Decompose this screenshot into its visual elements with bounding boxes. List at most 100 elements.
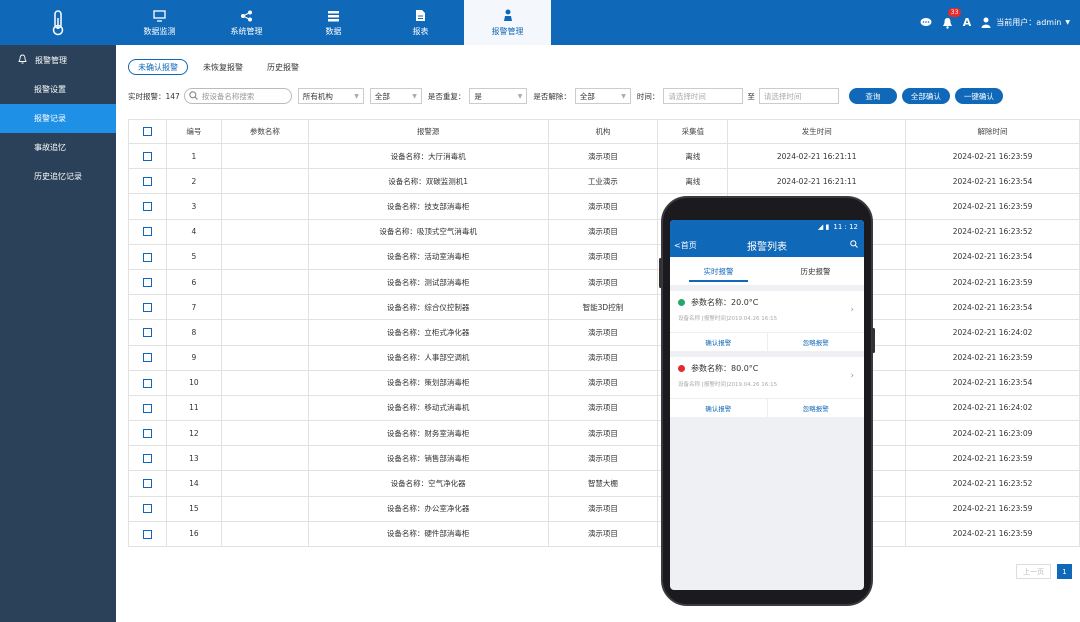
query-button[interactable]: 查询 — [848, 88, 897, 104]
row-checkbox[interactable] — [128, 142, 167, 170]
row-checkbox[interactable] — [128, 520, 167, 548]
table-cell: 演示项目 — [547, 319, 659, 346]
table-cell: 智慧大棚 — [547, 470, 659, 497]
phone-tab-realtime[interactable]: 实时报警 — [670, 257, 767, 285]
tab-unconfirmed[interactable]: 未确认报警 — [128, 59, 188, 75]
table-cell: 10 — [165, 369, 222, 396]
table-cell: 2024-02-21 16:23:09 — [905, 420, 1080, 447]
table-row[interactable]: 9 设备名称：人事部空调机 演示项目 2024-02-21 16:23:59 — [128, 344, 1080, 371]
current-user-label[interactable]: 当前用户：admin — [996, 17, 1061, 28]
table-cell — [220, 268, 309, 296]
row-checkbox[interactable] — [128, 268, 167, 296]
search-input[interactable]: 按设备名称搜索 — [183, 88, 292, 104]
phone-tab-history[interactable]: 历史报警 — [767, 257, 864, 285]
row-checkbox[interactable] — [128, 445, 167, 472]
nav-tab-data-monitor[interactable]: 数据监测 — [116, 0, 203, 45]
table-row[interactable]: 4 设备名称：吸顶式空气消毒机 演示项目 2024-02-21 16:23:52 — [128, 218, 1080, 245]
repeat-select[interactable]: 是 ▼ — [469, 88, 528, 104]
table-row[interactable]: 11 设备名称：移动式消毒机 演示项目 2024-02-21 16:24:02 — [128, 394, 1080, 422]
table-row[interactable]: 6 设备名称：测试部消毒柜 演示项目 2024-02-21 16:23:59 — [128, 268, 1080, 296]
sidebar-item-accident-recall[interactable]: 事故追忆 — [0, 133, 116, 162]
table-cell: 设备名称：立柜式净化器 — [307, 319, 549, 346]
type-select[interactable]: 全部 ▼ — [369, 88, 422, 104]
chevron-down-icon: ▼ — [354, 92, 359, 100]
row-checkbox[interactable] — [128, 369, 167, 396]
alarm-card-body[interactable]: 参数名称：20.0°C 设备名称 [报警时间]2019.04.26 16:15 › — [670, 291, 864, 332]
search-icon[interactable] — [850, 240, 858, 250]
table-cell: 9 — [165, 344, 222, 371]
table-cell: 6 — [165, 268, 222, 296]
sidebar-header-label: 报警管理 — [35, 55, 67, 65]
chat-icon[interactable] — [920, 17, 932, 28]
alarm-card[interactable]: 参数名称：80.0°C 设备名称 [报警时间]2019.04.26 16:15 › 确… — [670, 357, 864, 417]
confirm-all-button[interactable]: 全部确认 — [901, 88, 950, 104]
confirm-alarm-button[interactable]: 确认报警 — [670, 333, 768, 351]
tab-history[interactable]: 历史报警 — [258, 59, 308, 75]
phone-status-bar: ◢ ▮ 11 : 12 — [670, 220, 864, 233]
chevron-down-icon: ▼ — [517, 92, 523, 100]
table-cell: 2024-02-21 16:23:52 — [905, 470, 1080, 497]
ignore-alarm-button[interactable]: 忽略报警 — [768, 399, 865, 417]
table-row[interactable]: 1 设备名称：大厅消毒机 演示项目 离线 2024-02-21 16:21:11 2024… — [128, 142, 1080, 170]
table-row[interactable]: 3设备名称：技支部消毒柜演示项目离线2024-02-21 16:21:11202… — [128, 193, 1080, 220]
prev-page-button[interactable]: 上一页 — [1016, 564, 1051, 579]
sidebar-header[interactable]: 报警管理 — [0, 45, 116, 75]
row-checkbox[interactable] — [128, 294, 167, 321]
row-checkbox[interactable] — [128, 218, 167, 245]
table-row[interactable]: 5 设备名称：活动室消毒柜 演示项目 2024-02-21 16:23:54 — [128, 243, 1080, 270]
alarm-tabs: 未确认报警 未恢复报警 历史报警 — [128, 59, 314, 75]
table-cell: 设备名称：综合仪控制器 — [307, 294, 549, 321]
search-placeholder: 按设备名称搜索 — [201, 91, 255, 101]
nav-tab-report[interactable]: 报表 — [377, 0, 464, 45]
ignore-alarm-button[interactable]: 忽略报警 — [768, 333, 865, 351]
alarm-card-actions: 确认报警 忽略报警 — [670, 332, 864, 351]
row-checkbox[interactable] — [128, 319, 167, 346]
nav-tab-data[interactable]: 数据 — [290, 0, 377, 45]
bell-icon[interactable]: 33 — [942, 7, 962, 29]
table-cell: 2024-02-21 16:24:02 — [905, 394, 1080, 422]
row-checkbox[interactable] — [128, 394, 167, 422]
table-row[interactable]: 12 设备名称：财务室消毒柜 演示项目 2024-02-21 16:23:09 — [128, 420, 1080, 447]
alarm-card-title: 参数名称：20.0°C — [691, 298, 759, 307]
chevron-down-icon[interactable]: ▼ — [1065, 19, 1070, 26]
nav-tab-alarm[interactable]: 报警管理 — [464, 0, 551, 45]
phone-mockup: ◢ ▮ 11 : 12 <首页 报警列表 实时报警 历史报警 参数名称：20.0… — [659, 196, 875, 606]
back-button[interactable]: <首页 — [674, 240, 697, 251]
table-row[interactable]: 7 设备名称：综合仪控制器 智能3D控制 2024-02-21 16:23:54 — [128, 294, 1080, 321]
table-row[interactable]: 13 设备名称：销售部消毒柜 演示项目 2024-02-21 16:23:59 — [128, 445, 1080, 472]
table-row[interactable]: 2 设备名称：双碳监测机1 工业演示 离线 2024-02-21 16:21:11 202… — [128, 168, 1080, 195]
org-select[interactable]: 所有机构 ▼ — [297, 88, 364, 104]
table-row[interactable]: 10 设备名称：策划部消毒柜 演示项目 2024-02-21 16:23:54 — [128, 369, 1080, 396]
table-row[interactable]: 14 设备名称：空气净化器 智慧大棚 2024-02-21 16:23:52 — [128, 470, 1080, 497]
row-checkbox[interactable] — [128, 243, 167, 270]
nav-tab-system[interactable]: 系统管理 — [203, 0, 290, 45]
sidebar-item-alarm-records[interactable]: 报警记录 — [0, 104, 116, 133]
row-checkbox[interactable] — [128, 344, 167, 371]
table-cell: 设备名称：技支部消毒柜 — [307, 193, 549, 220]
select-all-checkbox[interactable] — [128, 119, 167, 144]
sidebar-item-history-recall[interactable]: 历史追忆记录 — [0, 162, 116, 191]
one-key-confirm-button[interactable]: 一键确认 — [954, 88, 1003, 104]
row-checkbox[interactable] — [128, 495, 167, 522]
alarm-card-body[interactable]: 参数名称：80.0°C 设备名称 [报警时间]2019.04.26 16:15 › — [670, 357, 864, 398]
table-cell: 设备名称：办公室净化器 — [307, 495, 549, 522]
row-checkbox[interactable] — [128, 470, 167, 497]
tab-unrecovered[interactable]: 未恢复报警 — [194, 59, 252, 75]
table-cell — [220, 420, 309, 447]
confirm-alarm-button[interactable]: 确认报警 — [670, 399, 768, 417]
row-checkbox[interactable] — [128, 420, 167, 447]
alarm-card[interactable]: 参数名称：20.0°C 设备名称 [报警时间]2019.04.26 16:15 › 确… — [670, 291, 864, 351]
sidebar-item-alarm-settings[interactable]: 报警设置 — [0, 75, 116, 104]
page-button[interactable]: 1 — [1057, 564, 1072, 579]
release-select[interactable]: 全部 ▼ — [574, 88, 631, 104]
row-checkbox[interactable] — [128, 193, 167, 220]
time-from-input[interactable]: 请选择时间 — [663, 88, 744, 104]
font-size-toggle[interactable]: A — [963, 16, 972, 29]
table-row[interactable]: 8 设备名称：立柜式净化器 演示项目 2024-02-21 16:24:02 — [128, 319, 1080, 346]
table-row[interactable]: 16 设备名称：硬件部消毒柜 演示项目 2024-02-21 16:23:59 — [128, 520, 1080, 548]
table-cell: 演示项目 — [547, 394, 659, 422]
row-checkbox[interactable] — [128, 168, 167, 195]
table-cell: 2024-02-21 16:23:59 — [905, 344, 1080, 371]
time-to-input[interactable]: 请选择时间 — [758, 88, 839, 104]
table-row[interactable]: 15 设备名称：办公室净化器 演示项目 2024-02-21 16:23:59 — [128, 495, 1080, 522]
